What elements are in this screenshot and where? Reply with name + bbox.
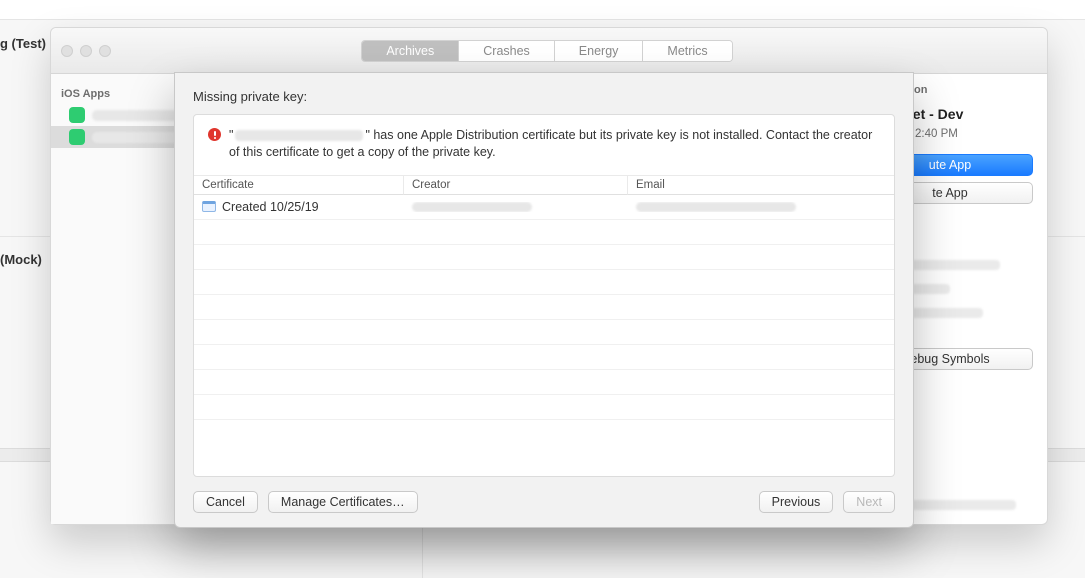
minimize-window-button[interactable]: [80, 45, 92, 57]
table-row[interactable]: Created 10/25/19: [194, 195, 894, 220]
cancel-button[interactable]: Cancel: [193, 491, 258, 513]
empty-row: [194, 245, 894, 270]
cell-email: [628, 202, 894, 212]
error-icon: [208, 128, 221, 141]
empty-row: [194, 395, 894, 420]
app-icon: [69, 129, 85, 145]
zoom-window-button[interactable]: [99, 45, 111, 57]
previous-button[interactable]: Previous: [759, 491, 834, 513]
certificate-list-box: "" has one Apple Distribution certificat…: [193, 114, 895, 477]
tab-metrics[interactable]: Metrics: [643, 41, 731, 61]
redacted-text: [636, 202, 796, 212]
tab-energy[interactable]: Energy: [555, 41, 644, 61]
titlebar: Archives Crashes Energy Metrics: [51, 28, 1047, 74]
cell-creator: [404, 202, 628, 212]
redacted-text: [412, 202, 532, 212]
cell-certificate-text: Created 10/25/19: [222, 200, 319, 214]
background-label-test: g (Test): [0, 36, 46, 51]
traffic-lights: [61, 45, 111, 57]
tab-archives[interactable]: Archives: [362, 41, 459, 61]
manage-certificates-button[interactable]: Manage Certificates…: [268, 491, 418, 513]
cell-certificate: Created 10/25/19: [194, 200, 404, 214]
alert-row: "" has one Apple Distribution certificat…: [194, 115, 894, 175]
certificate-icon: [202, 201, 216, 212]
certificate-table: Certificate Creator Email Created 10/25/…: [194, 175, 894, 476]
tab-crashes[interactable]: Crashes: [459, 41, 555, 61]
table-body: Created 10/25/19: [194, 195, 894, 476]
empty-row: [194, 295, 894, 320]
empty-row: [194, 345, 894, 370]
alert-quote-open: ": [229, 128, 233, 142]
table-header: Certificate Creator Email: [194, 175, 894, 195]
background-label-mock: (Mock): [0, 252, 42, 267]
missing-private-key-sheet: Missing private key: "" has one Apple Di…: [174, 72, 914, 528]
next-button: Next: [843, 491, 895, 513]
col-certificate[interactable]: Certificate: [194, 176, 404, 195]
toolbar-segmented-control: Archives Crashes Energy Metrics: [361, 40, 732, 62]
col-email[interactable]: Email: [628, 176, 894, 195]
redacted-text: [235, 130, 363, 141]
empty-row: [194, 370, 894, 395]
app-icon: [69, 107, 85, 123]
col-creator[interactable]: Creator: [404, 176, 628, 195]
alert-message: "" has one Apple Distribution certificat…: [229, 127, 880, 161]
close-window-button[interactable]: [61, 45, 73, 57]
sheet-button-bar: Cancel Manage Certificates… Previous Nex…: [193, 487, 895, 513]
background-header-strip: [0, 0, 1085, 20]
sheet-title: Missing private key:: [193, 89, 895, 104]
empty-row: [194, 220, 894, 245]
empty-row: [194, 270, 894, 295]
empty-row: [194, 320, 894, 345]
